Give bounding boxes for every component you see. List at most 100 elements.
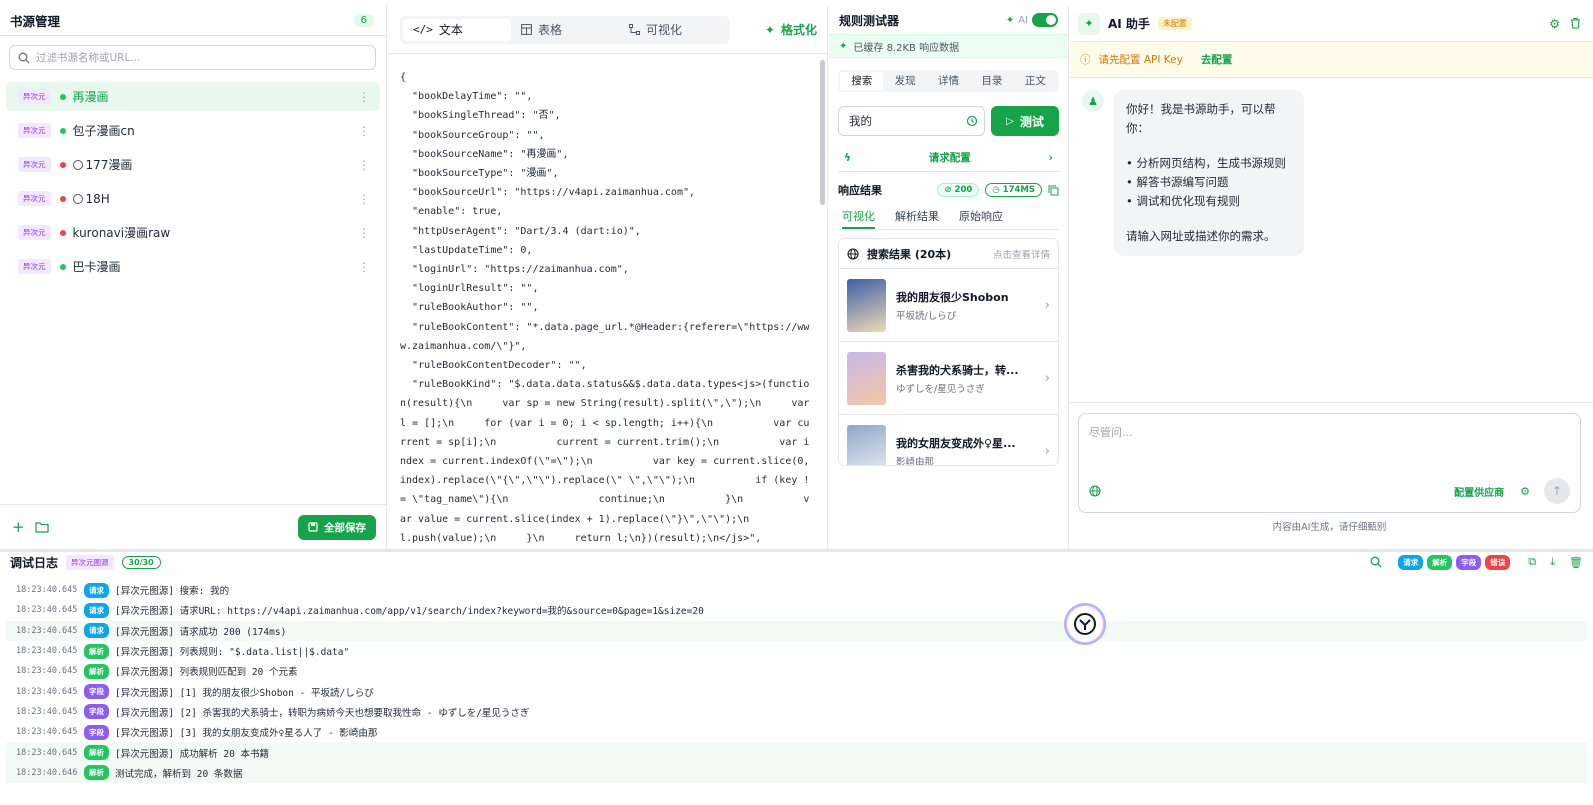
request-config-row[interactable]: ϟ 请求配置 › (838, 144, 1059, 172)
app-root: 书源管理 6 异次元再漫画⋮异次元包子漫画cn⋮异次元177漫画⋮异次元18H⋮… (0, 0, 1593, 805)
log-row: 18:23:40.645 请求 [异次元图源] 搜索: 我的 (6, 580, 1587, 600)
source-tag: 异次元 (18, 225, 51, 240)
log-type-badge: 解析 (84, 745, 109, 761)
source-manager-header: 书源管理 6 (0, 6, 386, 36)
response-header: 响应结果 ⊘ 200 ◷ 174MS (838, 182, 1059, 198)
download-icon[interactable]: ⤓ (1550, 555, 1555, 569)
circle-icon (72, 159, 83, 170)
log-filter-badge[interactable]: 字段 (1456, 554, 1482, 570)
source-name: 再漫画 (72, 90, 109, 104)
keyword-input[interactable]: 我的 (838, 106, 985, 136)
trash-icon[interactable]: 🗑 (1569, 556, 1583, 569)
trash-icon[interactable] (1570, 17, 1581, 29)
source-item[interactable]: 异次元 kuronavi漫画raw ⋮ (6, 218, 380, 247)
send-button[interactable]: ↑ (1544, 478, 1570, 504)
ai-status-badge: 未配置 (1157, 17, 1192, 30)
book-author: ゆずしを/星见うさぎ (896, 383, 985, 395)
tester-tab[interactable]: 正文 (1014, 72, 1057, 90)
globe-icon[interactable] (1089, 485, 1101, 497)
book-title: 杀害我的犬系骑士，转... (896, 363, 1019, 377)
folder-icon[interactable] (34, 521, 49, 533)
ai-toggle-switch[interactable] (1032, 13, 1058, 27)
log-filter-badge[interactable]: 解析 (1427, 554, 1453, 570)
history-icon[interactable] (966, 115, 978, 127)
status-dot (59, 263, 66, 270)
arrow-up-icon: ↑ (1551, 484, 1563, 498)
source-search-box[interactable] (9, 45, 376, 70)
format-button[interactable]: ✦ 格式化 (765, 21, 817, 38)
tester-tab[interactable]: 发现 (883, 72, 926, 90)
log-type-badge: 请求 (84, 623, 109, 639)
search-icon[interactable] (1370, 556, 1382, 568)
tab-table-label: 表格 (538, 23, 563, 37)
log-timestamp: 18:23:40.645 (16, 605, 78, 616)
log-filter-badge[interactable]: 错误 (1485, 554, 1511, 570)
more-vertical-icon[interactable]: ⋮ (358, 227, 370, 239)
keyword-value: 我的 (849, 114, 872, 128)
source-item[interactable]: 异次元 再漫画 ⋮ (6, 82, 380, 111)
result-tab[interactable]: 可视化 (842, 208, 875, 229)
book-title: 我的朋友很少Shobon (896, 290, 1009, 304)
book-item[interactable]: 我的女朋友变成外♀星... 影崎由那 › (839, 415, 1058, 466)
add-source-icon[interactable]: + (12, 519, 25, 535)
source-item[interactable]: 异次元 177漫画 ⋮ (6, 150, 380, 179)
json-code-editor[interactable]: { "bookDelayTime": "", "bookSingleThread… (388, 54, 827, 544)
save-all-button[interactable]: 全部保存 (298, 514, 376, 540)
log-timestamp: 18:23:40.645 (16, 686, 78, 697)
tab-visual-label: 可视化 (646, 23, 683, 37)
test-button[interactable]: ▷ 测试 (991, 106, 1059, 136)
source-search-input[interactable] (36, 51, 356, 64)
more-vertical-icon[interactable]: ⋮ (358, 91, 370, 103)
sparkle-icon: ✦ (764, 22, 775, 37)
floating-assistant-button[interactable] (1064, 603, 1106, 645)
api-key-warning-text: 请先配置 API Key (1098, 54, 1183, 66)
search-icon (18, 52, 30, 63)
editor-scrollbar[interactable] (820, 60, 825, 205)
more-vertical-icon[interactable]: ⋮ (358, 193, 370, 205)
more-vertical-icon[interactable]: ⋮ (358, 159, 370, 171)
search-result-header: 搜索结果 (20本) 点击查看详情 (839, 239, 1058, 269)
result-tab[interactable]: 原始响应 (959, 208, 1003, 229)
book-title: 我的女朋友变成外♀星... (896, 436, 1016, 450)
tab-visual[interactable]: 可视化 (619, 19, 727, 41)
more-vertical-icon[interactable]: ⋮ (358, 261, 370, 273)
tester-tab[interactable]: 搜索 (840, 72, 884, 90)
tester-tab[interactable]: 目录 (970, 72, 1013, 90)
capability-item: • 解答书源编写问题 (1126, 175, 1229, 189)
tab-text[interactable]: </> 文本 (403, 18, 511, 41)
source-item[interactable]: 异次元 包子漫画cn ⋮ (6, 116, 380, 145)
go-config-link[interactable]: 去配置 (1201, 52, 1233, 67)
book-author: 影崎由那 (896, 456, 935, 466)
copy-icon[interactable]: ⧉ (1528, 555, 1536, 569)
search-result-hint: 点击查看详情 (992, 249, 1050, 261)
source-item[interactable]: 异次元 18H ⋮ (6, 184, 380, 213)
bolt-icon: ϟ (844, 151, 851, 164)
copy-icon[interactable] (1048, 185, 1059, 196)
log-timestamp: 18:23:40.645 (16, 706, 78, 717)
log-filter-badge[interactable]: 请求 (1398, 554, 1424, 570)
log-row: 18:23:40.645 解析 [异次元图源] 列表规则: "$.data.list… (6, 641, 1587, 661)
chevron-right-icon: › (1044, 443, 1050, 459)
book-author: 平坂読/しらび (896, 310, 957, 322)
capability-item: • 分析网页结构，生成书源规则 (1126, 156, 1286, 170)
book-item[interactable]: 杀害我的犬系骑士，转... ゆずしを/星见うさぎ › (839, 342, 1058, 415)
gear-icon[interactable]: ⚙ (1549, 17, 1560, 31)
ai-toggle-label: AI (1018, 14, 1028, 26)
tester-tab[interactable]: 详情 (927, 72, 970, 90)
chat-input[interactable] (1089, 424, 1570, 464)
gear-icon[interactable]: ⚙ (1520, 485, 1530, 498)
tester-input-row: 我的 ▷ 测试 (838, 106, 1059, 136)
more-vertical-icon[interactable]: ⋮ (358, 125, 370, 137)
chat-input-box: 配置供应商 ⚙ ↑ (1078, 413, 1581, 513)
source-tag: 异次元 (18, 157, 51, 172)
tab-table[interactable]: 表格 (511, 19, 619, 41)
status-dot (59, 161, 66, 168)
status-dot (59, 93, 66, 100)
config-provider-button[interactable]: 配置供应商 (1454, 484, 1504, 499)
ai-disclaimer: 内容由AI生成，请仔细甄别 (1272, 522, 1387, 533)
book-item[interactable]: 我的朋友很少Shobon 平坂読/しらび › (839, 269, 1058, 342)
source-tag: 异次元 (18, 191, 51, 206)
source-item[interactable]: 异次元 巴卡漫画 ⋮ (6, 252, 380, 281)
response-title: 响应结果 (838, 184, 882, 197)
result-tab[interactable]: 解析结果 (895, 208, 939, 229)
